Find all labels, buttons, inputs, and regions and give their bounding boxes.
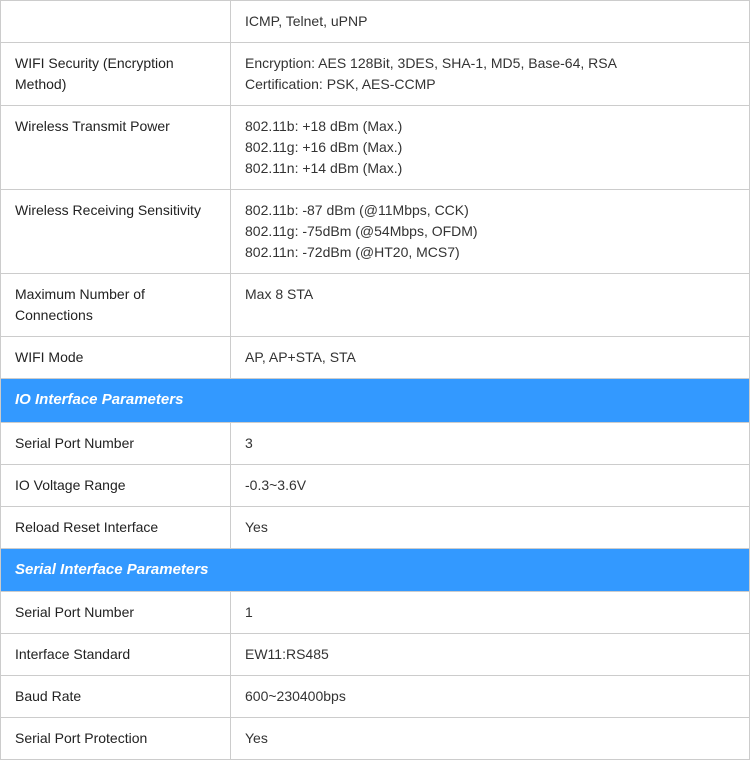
row-value: Max 8 STA (231, 274, 750, 337)
table-row: WIFI ModeAP, AP+STA, STA (1, 337, 750, 379)
table-row: Baud Rate600~230400bps (1, 676, 750, 718)
section-header-row: Serial Interface Parameters (1, 548, 750, 592)
table-row: Reload Reset InterfaceYes (1, 506, 750, 548)
row-label: Reload Reset Interface (1, 506, 231, 548)
section-header-row: IO Interface Parameters (1, 379, 750, 423)
table-row: Serial Port ProtectionYes (1, 718, 750, 760)
table-row: Wireless Receiving Sensitivity802.11b: -… (1, 190, 750, 274)
section-header-label: Serial Interface Parameters (1, 548, 750, 592)
row-value: ICMP, Telnet, uPNP (231, 1, 750, 43)
row-label: IO Voltage Range (1, 464, 231, 506)
row-label (1, 1, 231, 43)
table-row: ICMP, Telnet, uPNP (1, 1, 750, 43)
row-value: 3 (231, 422, 750, 464)
row-label: Interface Standard (1, 634, 231, 676)
row-value: AP, AP+STA, STA (231, 337, 750, 379)
section-header-label: IO Interface Parameters (1, 379, 750, 423)
row-value: -0.3~3.6V (231, 464, 750, 506)
row-label: Serial Port Protection (1, 718, 231, 760)
row-label: Serial Port Number (1, 422, 231, 464)
row-label: WIFI Mode (1, 337, 231, 379)
row-label: Wireless Transmit Power (1, 106, 231, 190)
table-row: Interface StandardEW11:RS485 (1, 634, 750, 676)
table-row: IO Voltage Range-0.3~3.6V (1, 464, 750, 506)
table-row: Serial Port Number1 (1, 592, 750, 634)
row-label: Wireless Receiving Sensitivity (1, 190, 231, 274)
row-label: WIFI Security (Encryption Method) (1, 43, 231, 106)
row-value: 802.11b: -87 dBm (@11Mbps, CCK)802.11g: … (231, 190, 750, 274)
row-value: EW11:RS485 (231, 634, 750, 676)
row-value: 1 (231, 592, 750, 634)
row-value: 600~230400bps (231, 676, 750, 718)
row-label: Baud Rate (1, 676, 231, 718)
table-row: WIFI Security (Encryption Method)Encrypt… (1, 43, 750, 106)
table-row: Wireless Transmit Power802.11b: +18 dBm … (1, 106, 750, 190)
row-value: 802.11b: +18 dBm (Max.)802.11g: +16 dBm … (231, 106, 750, 190)
row-label: Serial Port Number (1, 592, 231, 634)
row-value: Yes (231, 506, 750, 548)
spec-table: ICMP, Telnet, uPNPWIFI Security (Encrypt… (0, 0, 750, 760)
table-row: Serial Port Number3 (1, 422, 750, 464)
row-value: Encryption: AES 128Bit, 3DES, SHA-1, MD5… (231, 43, 750, 106)
table-row: Maximum Number of ConnectionsMax 8 STA (1, 274, 750, 337)
row-value: Yes (231, 718, 750, 760)
row-label: Maximum Number of Connections (1, 274, 231, 337)
